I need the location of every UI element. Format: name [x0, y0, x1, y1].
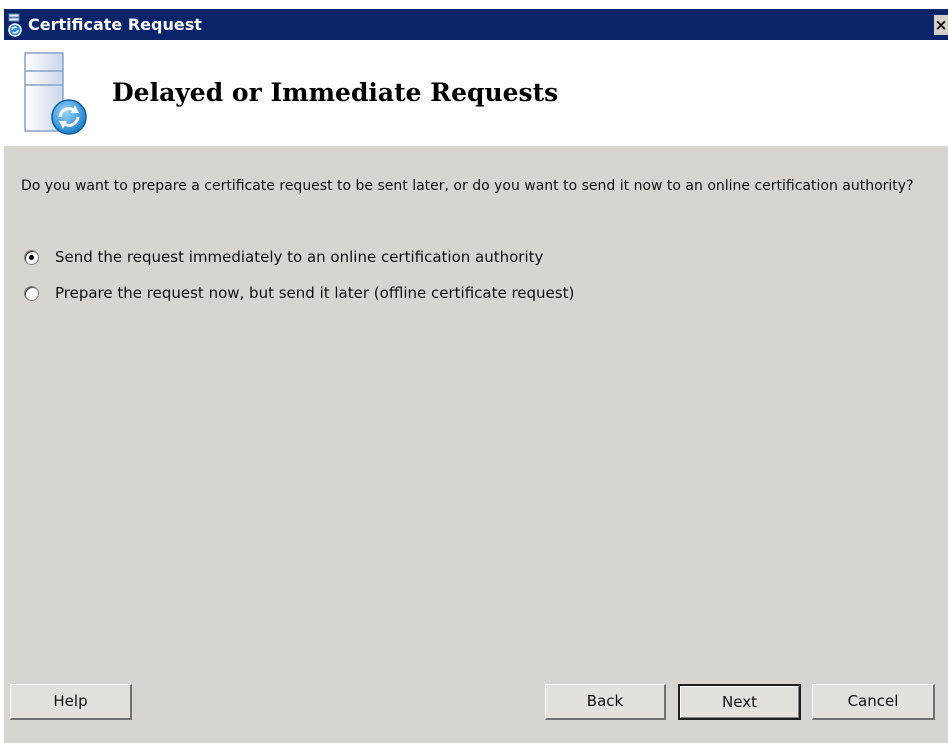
wizard-header: Delayed or Immediate Requests — [4, 40, 948, 146]
window-title: Certificate Request — [28, 15, 202, 34]
option-send-later[interactable]: Prepare the request now, but send it lat… — [24, 283, 574, 303]
help-button[interactable]: Help — [10, 684, 132, 720]
radio-send-immediately[interactable] — [24, 249, 39, 265]
close-button[interactable]: × — [934, 15, 948, 35]
option-send-immediately[interactable]: Send the request immediately to an onlin… — [24, 247, 543, 267]
certificate-request-icon — [8, 13, 22, 37]
option-label-send-later[interactable]: Prepare the request now, but send it lat… — [55, 284, 574, 302]
server-sync-icon — [24, 52, 87, 135]
cancel-button[interactable]: Cancel — [812, 684, 935, 720]
next-button[interactable]: Next — [678, 684, 801, 720]
title-bar[interactable]: Certificate Request × — [4, 9, 948, 40]
back-button[interactable]: Back — [545, 684, 666, 720]
question-text: Do you want to prepare a certificate req… — [21, 178, 914, 194]
wizard-body: Do you want to prepare a certificate req… — [4, 146, 948, 743]
radio-send-later[interactable] — [24, 285, 39, 301]
certificate-request-dialog: Certificate Request × Delayed or Immedia… — [0, 0, 948, 743]
option-label-send-immediately[interactable]: Send the request immediately to an onlin… — [55, 248, 543, 266]
page-title: Delayed or Immediate Requests — [112, 78, 559, 107]
